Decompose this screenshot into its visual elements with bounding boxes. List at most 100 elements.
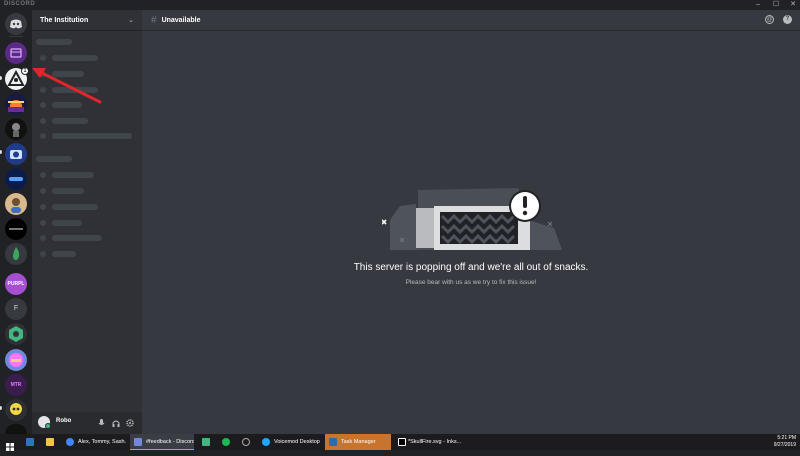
main-content: # Unavailable @ ? This server is popping… (142, 10, 800, 434)
server-colorful[interactable] (5, 349, 27, 371)
skeleton-icon (40, 71, 46, 77)
discord-icon (134, 438, 142, 446)
minimize-button[interactable]: – (752, 0, 764, 10)
flame-icon (5, 243, 27, 265)
error-title: This server is popping off and we're all… (142, 262, 800, 273)
taskbar-label: *SkullFire.svg - Inks... (408, 434, 461, 450)
taskbar-label: Voicemod Desktop (274, 434, 320, 450)
skeleton-channel (52, 188, 84, 194)
task-manager-icon (329, 438, 337, 446)
taskbar-item-voicemod[interactable]: Voicemod Desktop (258, 434, 322, 450)
skeleton-channel (52, 133, 132, 139)
skeleton-channel (52, 55, 98, 61)
skull-icon (5, 399, 27, 421)
skeleton-icon (40, 204, 46, 210)
avatar[interactable] (38, 416, 50, 428)
windows-start-icon[interactable] (6, 438, 14, 446)
server-black[interactable] (5, 218, 27, 240)
skeleton-icon (40, 251, 46, 257)
server-hex[interactable] (5, 323, 27, 345)
skeleton-icon (40, 172, 46, 178)
skeleton-channel (52, 172, 94, 178)
home-button[interactable] (5, 13, 27, 35)
person-icon (5, 193, 27, 215)
server-initials: PURPL (5, 273, 27, 295)
chrome-icon (66, 438, 74, 446)
server-mtr[interactable]: MTR (5, 374, 27, 396)
steam-icon[interactable] (26, 438, 34, 446)
app-titlebar: DISCORD – ☐ ✕ (0, 0, 800, 10)
voicemod-icon (262, 438, 270, 446)
cartoon-icon (5, 349, 27, 371)
user-panel: Robo (32, 412, 142, 434)
mention-badge: 1 (21, 67, 29, 75)
taskbar-item-task-manager[interactable]: Task Manager (325, 434, 391, 450)
skeleton-channel (52, 71, 84, 77)
error-subtitle: Please bear with us as we try to fix thi… (142, 279, 800, 286)
skeleton-icon (40, 133, 46, 139)
taskbar-label: Alex, Tommy, Sash... (78, 434, 126, 450)
server-header[interactable]: The Institution ⌄ (32, 10, 142, 31)
skeleton-channel (52, 118, 88, 124)
headphones-icon[interactable] (112, 419, 120, 429)
server-f[interactable]: F (5, 298, 27, 320)
taskbar-item-inkscape[interactable]: *SkullFire.svg - Inks... (394, 434, 464, 450)
server-list: 1 PURPL F MTR (0, 10, 32, 434)
server-flame[interactable] (5, 243, 27, 265)
app-brand: DISCORD (4, 1, 35, 7)
channel-hash-icon: # (151, 15, 157, 26)
skeleton-icon (40, 55, 46, 61)
wordmark-icon (5, 218, 27, 240)
chevron-down-icon[interactable]: ⌄ (128, 16, 134, 24)
skeleton-icon (40, 87, 46, 93)
mention-icon[interactable]: @ (765, 15, 774, 24)
server-purpl[interactable]: PURPL (5, 273, 27, 295)
taskbar-label: Task Manager (341, 434, 376, 450)
clock-time: 5:21 PM (774, 435, 796, 442)
camera-icon (5, 143, 27, 165)
taskbar-label: #feedback - Discord (146, 434, 194, 450)
server-skull[interactable] (5, 399, 27, 421)
skeleton-icon (40, 220, 46, 226)
skeleton-channel (52, 220, 82, 226)
close-window-button[interactable]: ✕ (787, 0, 799, 10)
maximize-button[interactable]: ☐ (770, 0, 782, 10)
server-dark-figure[interactable] (5, 118, 27, 140)
server-initials: F (5, 298, 27, 320)
help-icon[interactable]: ? (783, 15, 792, 24)
server-unavailable-illustration (382, 180, 572, 260)
spotify-icon[interactable] (222, 438, 230, 446)
settings-gear-icon[interactable] (126, 419, 134, 429)
server-avatar-user[interactable] (5, 193, 27, 215)
taskbar-item-chrome[interactable]: Alex, Tommy, Sash... (62, 434, 126, 450)
skeleton-icon (40, 118, 46, 124)
box-icon (5, 42, 27, 64)
skeleton-category (36, 156, 72, 162)
clock-date: 9/27/2019 (774, 442, 796, 449)
channel-sidebar: The Institution ⌄ Robo (32, 10, 142, 434)
microphone-icon[interactable] (98, 419, 105, 429)
skeleton-channel (52, 87, 98, 93)
channel-name: Unavailable (162, 17, 201, 24)
app-icon[interactable] (202, 438, 210, 446)
unread-pip (0, 406, 2, 410)
sunset-icon (5, 93, 27, 115)
server-name: The Institution (40, 17, 88, 24)
server-vrchat[interactable]: 1 (5, 68, 27, 90)
server-simple-blue[interactable] (5, 168, 27, 190)
taskbar-item-discord[interactable]: #feedback - Discord (130, 434, 194, 450)
server-sunset[interactable] (5, 93, 27, 115)
app-circle-icon[interactable] (242, 438, 250, 446)
server-partial[interactable] (5, 424, 27, 434)
server-camera[interactable] (5, 143, 27, 165)
hexagon-icon (5, 323, 27, 345)
server-initials: MTR (5, 374, 27, 396)
skeleton-icon (40, 188, 46, 194)
skeleton-channel (52, 102, 82, 108)
text-logo-icon (5, 168, 27, 190)
system-clock[interactable]: 5:21 PM 9/27/2019 (774, 435, 796, 449)
server-purple-box[interactable] (5, 42, 27, 64)
discord-logo-icon (5, 13, 27, 35)
file-explorer-icon[interactable] (46, 438, 54, 446)
skeleton-category (36, 39, 72, 45)
